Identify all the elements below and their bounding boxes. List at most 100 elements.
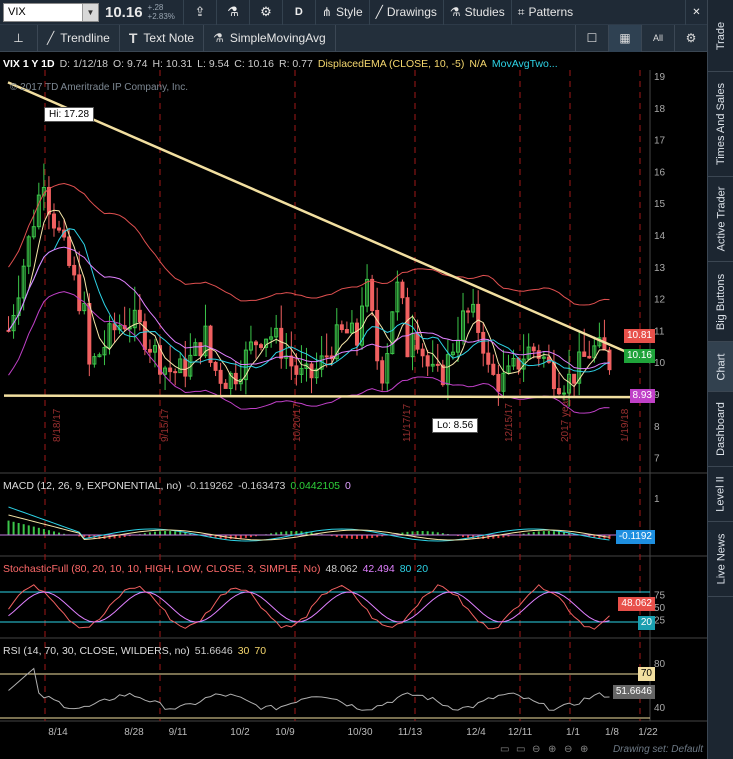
x-axis-label: 10/9 — [275, 727, 295, 738]
price-axis-label: 8 — [654, 422, 660, 433]
sma-label: SimpleMovingAvg — [229, 31, 326, 45]
candle-body — [137, 309, 142, 323]
price-axis-label: 7 — [654, 454, 660, 465]
grid-layout-icon[interactable]: ▦ — [608, 24, 641, 52]
bollinger-upper-line — [8, 182, 610, 306]
candle-body — [380, 360, 385, 384]
candle-body — [213, 361, 218, 371]
sma-study-button[interactable]: ⚗ SimpleMovingAvg — [204, 24, 336, 52]
candle-body — [531, 346, 536, 352]
candle-body — [72, 264, 77, 276]
price-axis-label: 14 — [654, 231, 666, 242]
candle-body — [551, 361, 556, 390]
macd-histogram-bar — [37, 527, 40, 535]
tab-big-buttons-label: Big Buttons — [715, 273, 728, 330]
drawings-button[interactable]: ╱ Drawings — [368, 0, 443, 25]
tab-dashboard-label: Dashboard — [715, 402, 728, 456]
stoch-fulld: 42.494 — [362, 562, 395, 575]
macd-histogram-bar — [431, 531, 434, 535]
study-movavgtwo: MovAvgTwo... — [491, 57, 558, 70]
tab-live-news-label: Live News — [715, 533, 727, 585]
rsi-axis-label: 40 — [654, 703, 666, 714]
bar-date: D: 1/12/18 — [59, 57, 109, 70]
net-change-value: +.28 — [147, 3, 164, 12]
tab-trade-label: Trade — [715, 21, 728, 50]
pin-icon[interactable]: ⊥ — [0, 24, 38, 52]
symbol-input[interactable] — [4, 3, 82, 21]
macd-histogram-bar — [355, 535, 358, 539]
tab-active-trader[interactable]: Active Trader — [708, 177, 733, 262]
stoch-overbought: 80 — [399, 562, 412, 575]
x-axis-label: 10/30 — [347, 727, 372, 738]
patterns-icon: ⌗ — [517, 4, 525, 19]
tab-chart[interactable]: Chart — [708, 342, 733, 392]
macd-header: MACD (12, 26, 9, EXPONENTIAL, no) -0.119… — [3, 477, 356, 494]
macd-badge: -0.1192 — [615, 530, 655, 544]
chevron-down-icon[interactable]: ▼ — [82, 3, 98, 21]
macd-histogram-bar — [542, 531, 545, 535]
x-axis-label: 12/11 — [508, 727, 533, 738]
share-icon[interactable]: ⇪ — [182, 0, 216, 25]
rsi-line — [8, 667, 610, 711]
tab-trade[interactable]: Trade — [708, 0, 733, 72]
zoom-icon: ▭ — [516, 744, 525, 755]
chart-area[interactable]: 19 18 17 16 15 14 13 12 11 10 9 8 7 8/18/17 9/15/17 10/… — [0, 52, 707, 759]
study-displaced-ema-value: N/A — [469, 57, 487, 70]
candle-body — [481, 331, 486, 354]
trendline-tool[interactable]: ╱ Trendline — [38, 24, 120, 52]
tab-dashboard[interactable]: Dashboard — [708, 392, 733, 467]
rsi-overbought: 70 — [254, 644, 267, 657]
zoom-icon: ⊕ — [580, 744, 588, 755]
gear-icon[interactable]: ⚙ — [248, 0, 282, 25]
symbol-selector[interactable]: ▼ — [3, 2, 99, 22]
single-layout-icon[interactable]: ☐ — [575, 24, 608, 52]
x-axis-label: 8/14 — [48, 727, 68, 738]
text-note-tool[interactable]: T Text Note — [120, 24, 205, 52]
stoch-fulld-line — [8, 591, 610, 623]
candle-body — [46, 186, 51, 215]
macd-histogram-bar — [22, 524, 25, 535]
tab-times-and-sales[interactable]: Times And Sales — [708, 72, 733, 177]
rsi-value: 51.6646 — [194, 644, 233, 657]
patterns-label: Patterns — [528, 5, 574, 19]
tab-level-ii[interactable]: Level II — [708, 467, 733, 522]
stochastic-header: StochasticFull (80, 20, 10, 10, HIGH, LO… — [3, 560, 433, 577]
candle-body — [294, 365, 299, 375]
candle-body — [309, 363, 314, 379]
x-axis-label: 1/8 — [605, 727, 619, 738]
price-axis-label: 10 — [654, 358, 666, 369]
candle-body — [556, 388, 561, 395]
vertical-date-label: 1/19/18 — [620, 408, 631, 442]
macd-histogram-bar — [17, 523, 20, 535]
drawings-label: Drawings — [386, 5, 437, 19]
candle-body — [562, 392, 567, 395]
settings-gear-icon[interactable]: ⚙ — [674, 24, 707, 52]
macd-histogram-bar — [174, 531, 177, 535]
tab-live-news[interactable]: Live News — [708, 522, 733, 597]
patterns-button[interactable]: ⌗ Patterns — [510, 0, 579, 25]
symbol-period: VIX 1 Y 1D — [3, 57, 55, 70]
candle-body — [57, 227, 62, 231]
trendline-upper — [7, 81, 651, 364]
tab-big-buttons[interactable]: Big Buttons — [708, 262, 733, 342]
net-change-percent: +2.83% — [147, 12, 175, 21]
style-button[interactable]: ⋔ Style — [314, 0, 369, 25]
studies-button[interactable]: ⚗ Studies — [442, 0, 511, 25]
close-icon[interactable]: ✕ — [685, 0, 707, 25]
flask-icon[interactable]: ⚗ — [215, 0, 249, 25]
vertical-date-label: 12/15/17 — [504, 403, 515, 442]
all-button[interactable]: All — [641, 24, 674, 52]
candle-body — [370, 278, 375, 311]
style-icon: ⋔ — [321, 5, 332, 19]
candle-body — [354, 322, 359, 346]
candle-body — [77, 274, 82, 312]
candle-body — [466, 310, 471, 313]
vertical-date-label: 8/18/17 — [52, 408, 63, 442]
period-button[interactable]: D — [281, 0, 315, 25]
text-icon: T — [128, 30, 138, 46]
rsi-header: RSI (14, 70, 30, CLOSE, WILDERS, no) 51.… — [3, 642, 271, 659]
macd-title: MACD (12, 26, 9, EXPONENTIAL, no) — [3, 479, 182, 492]
drawing-toolbar: ⊥ ╱ Trendline T Text Note ⚗ SimpleMoving… — [0, 24, 707, 52]
candle-body — [87, 303, 92, 365]
rsi-oversold: 30 — [237, 644, 250, 657]
